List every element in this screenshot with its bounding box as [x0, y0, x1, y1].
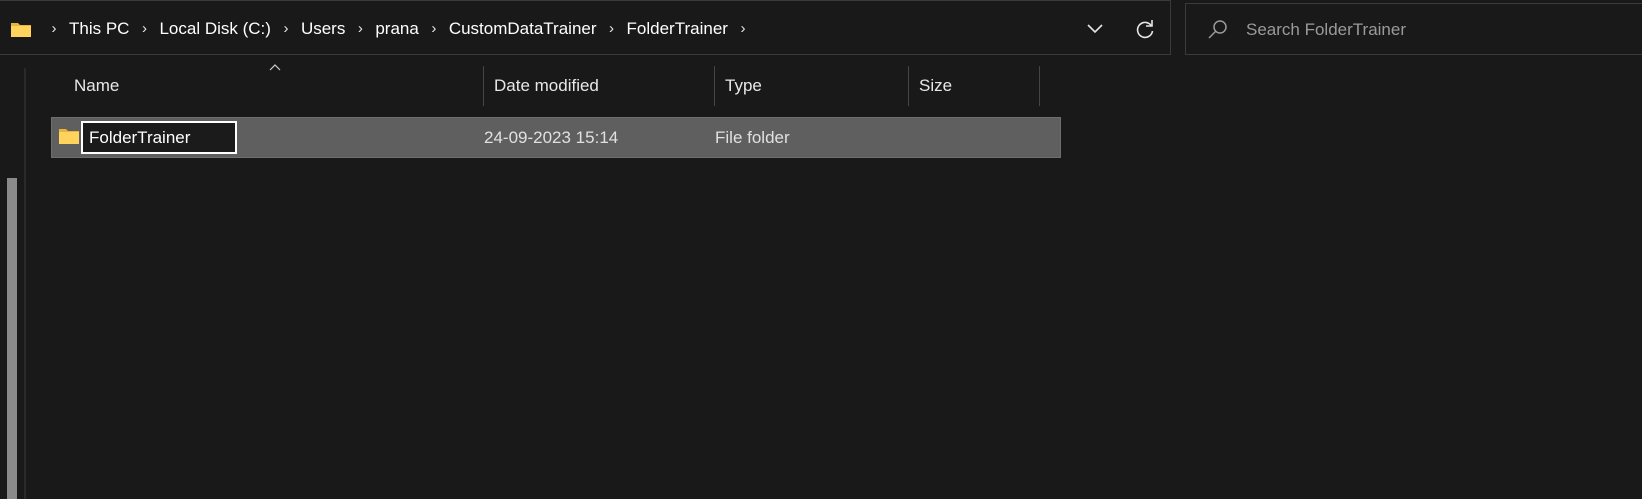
column-header-type-label: Type — [725, 76, 762, 95]
column-header-name[interactable]: Name — [64, 66, 483, 106]
rename-input[interactable] — [81, 121, 237, 154]
address-bar[interactable]: › This PC › Local Disk (C:) › Users › pr… — [0, 0, 1171, 55]
breadcrumb-separator-icon[interactable]: › — [731, 20, 755, 37]
breadcrumb-item-customdatatrainer[interactable]: CustomDataTrainer — [446, 19, 600, 39]
breadcrumb-item-prana[interactable]: prana — [372, 19, 421, 39]
folder-icon — [59, 129, 79, 144]
pane-divider[interactable] — [24, 68, 26, 499]
column-header-type[interactable]: Type — [715, 66, 908, 106]
file-type: File folder — [715, 127, 790, 147]
search-icon — [1208, 20, 1227, 39]
column-header-size[interactable]: Size — [909, 66, 1039, 106]
breadcrumb: › This PC › Local Disk (C:) › Users › pr… — [42, 1, 755, 56]
file-row[interactable]: 24-09-2023 15:14 File folder — [51, 117, 1061, 158]
breadcrumb-item-local-disk[interactable]: Local Disk (C:) — [156, 19, 273, 39]
chevron-down-icon[interactable] — [1080, 15, 1110, 43]
file-date-modified: 24-09-2023 15:14 — [484, 127, 619, 147]
nav-pane-scrollbar-thumb[interactable] — [7, 178, 17, 499]
breadcrumb-separator-icon[interactable]: › — [132, 20, 156, 37]
breadcrumb-separator-icon[interactable]: › — [274, 20, 298, 37]
breadcrumb-separator-icon[interactable]: › — [422, 20, 446, 37]
file-explorer-window: › This PC › Local Disk (C:) › Users › pr… — [0, 0, 1642, 499]
column-divider[interactable] — [1039, 66, 1040, 106]
column-header-date-label: Date modified — [494, 76, 599, 95]
column-header-size-label: Size — [919, 76, 953, 95]
search-input[interactable] — [1244, 4, 1628, 56]
column-header-date-modified[interactable]: Date modified — [484, 66, 714, 106]
folder-icon — [11, 23, 31, 37]
breadcrumb-item-users[interactable]: Users — [298, 19, 348, 39]
breadcrumb-separator-icon[interactable]: › — [42, 20, 66, 37]
breadcrumb-separator-icon[interactable]: › — [600, 20, 624, 37]
breadcrumb-separator-icon[interactable]: › — [348, 20, 372, 37]
column-header-name-label: Name — [74, 76, 120, 95]
search-box[interactable] — [1185, 3, 1642, 56]
breadcrumb-item-foldertrainer[interactable]: FolderTrainer — [624, 19, 731, 39]
refresh-icon[interactable] — [1130, 15, 1160, 43]
breadcrumb-item-this-pc[interactable]: This PC — [66, 19, 132, 39]
